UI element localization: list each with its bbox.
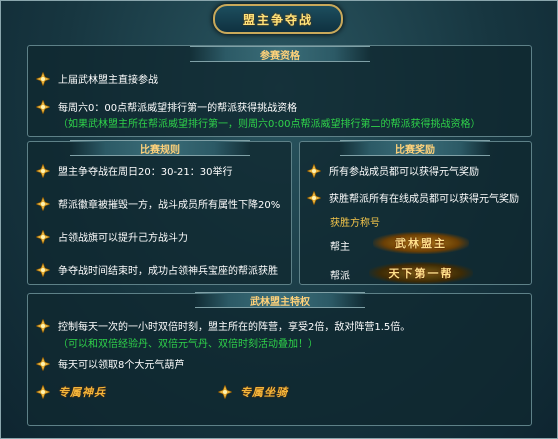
gold-bullet-icon bbox=[36, 229, 50, 244]
gold-bullet-icon bbox=[36, 71, 50, 86]
gold-bullet-icon bbox=[36, 99, 50, 114]
privilege-item: 控制每天一次的一小时双倍时刻，盟主所在的阵营，享受2倍，敌对阵营1.5倍。 bbox=[36, 318, 410, 333]
rule-item: 盟主争夺战在周日20：30-21：30举行 bbox=[36, 163, 233, 178]
rule-item: 占领战旗可以提升己方战斗力 bbox=[36, 229, 188, 244]
gold-bullet-icon bbox=[307, 190, 321, 205]
privileges-note: （可以和双倍经验丹、双倍元气丹、双倍时刻活动叠加！） bbox=[58, 339, 318, 350]
gold-bullet-icon bbox=[218, 385, 232, 399]
gold-bullet-icon bbox=[36, 356, 50, 371]
qualification-item: 每周六0：00点帮派威望排行第一的帮派获得挑战资格 bbox=[36, 99, 297, 114]
gold-bullet-icon bbox=[36, 318, 50, 333]
gold-bullet-icon bbox=[36, 196, 50, 211]
member-title-badge: 天下第一帮 bbox=[369, 262, 473, 284]
window-title: 盟主争夺战 bbox=[242, 12, 313, 27]
leader-label: 帮主 bbox=[330, 242, 350, 253]
rule-item: 争夺战时间结束时，成功占领神兵宝座的帮派获胜 bbox=[36, 262, 278, 277]
gold-bullet-icon bbox=[36, 262, 50, 277]
gold-bullet-icon bbox=[36, 385, 50, 399]
qualification-item: 上届武林盟主直接参战 bbox=[36, 71, 158, 86]
rules-header: 比赛规则 bbox=[70, 140, 250, 156]
window-title-plate: 盟主争夺战 bbox=[213, 4, 343, 34]
privileges-header: 武林盟主特权 bbox=[195, 292, 365, 308]
rule-item: 帮派徽章被摧毁一方，战斗成员所有属性下降20% bbox=[36, 196, 280, 211]
privilege-item: 每天可以领取8个大元气葫芦 bbox=[36, 356, 184, 371]
qualification-note: （如果武林盟主所在帮派威望排行第一，则周六0:00点帮派威望排行第二的帮派获得挑… bbox=[58, 119, 481, 130]
gold-bullet-icon bbox=[36, 163, 50, 178]
reward-item: 所有参战成员都可以获得元气奖励 bbox=[307, 163, 479, 178]
qualification-header: 参赛资格 bbox=[190, 46, 370, 62]
special-weapon: 专属神兵 bbox=[36, 384, 106, 400]
special-mount: 专属坐骑 bbox=[218, 384, 288, 400]
leader-title-badge: 武林盟主 bbox=[373, 232, 469, 254]
winner-title-label: 获胜方称号 bbox=[330, 218, 380, 229]
member-label: 帮派 bbox=[330, 271, 350, 282]
rewards-header: 比赛奖励 bbox=[340, 140, 490, 156]
gold-bullet-icon bbox=[307, 163, 321, 178]
reward-item: 获胜帮派所有在线成员都可以获得元气奖励 bbox=[307, 190, 519, 205]
